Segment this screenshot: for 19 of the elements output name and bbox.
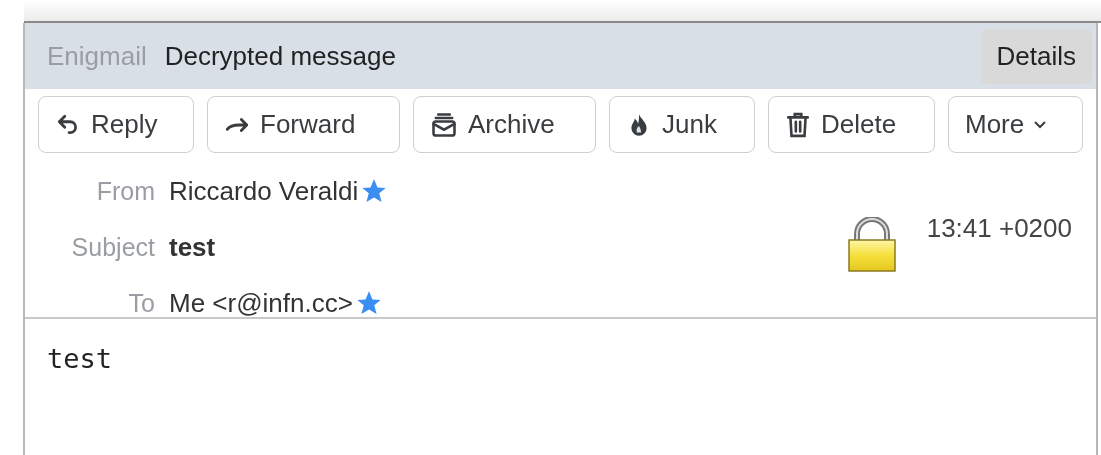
message-date: 13:41 +0200 xyxy=(926,213,1072,244)
junk-button[interactable]: Junk xyxy=(609,96,755,153)
header-label: From xyxy=(95,176,155,206)
security-status: Decrypted message xyxy=(164,40,396,72)
header-value: Riccardo Veraldi xyxy=(169,175,359,207)
forward-button[interactable]: Forward xyxy=(207,96,400,153)
security-source: Enigmail xyxy=(47,40,147,72)
chevron-down-icon xyxy=(1034,120,1047,129)
reply-button[interactable]: Reply xyxy=(38,96,194,153)
archive-button[interactable]: Archive xyxy=(413,96,596,153)
header-value: Me <r@infn.cc> xyxy=(169,287,353,319)
message-body: test xyxy=(46,342,114,376)
header-label: Subject xyxy=(70,232,155,262)
archive-icon xyxy=(430,110,458,139)
header-value: test xyxy=(169,231,216,263)
details-button[interactable]: Details xyxy=(980,28,1092,84)
delete-button[interactable]: Delete xyxy=(768,96,935,153)
more-button[interactable]: More xyxy=(948,96,1083,153)
header-label: To xyxy=(127,288,155,318)
